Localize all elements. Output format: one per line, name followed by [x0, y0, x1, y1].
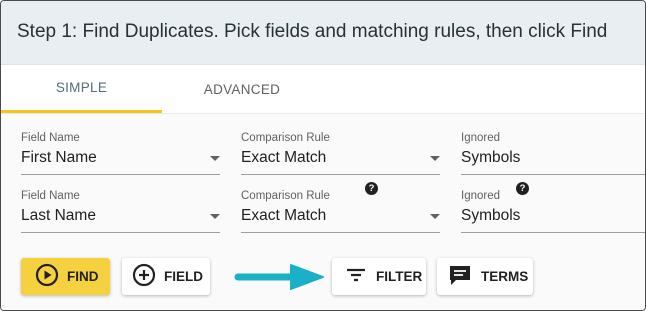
header-bar: Step 1: Find Duplicates. Pick fields and…: [1, 1, 645, 65]
comparison-rule-label: Comparison Rule: [241, 190, 330, 202]
comment-icon: [447, 263, 473, 290]
field-name-value: Last Name: [21, 207, 96, 224]
filter-button-label: FILTER: [376, 269, 423, 284]
field-name-label: Field Name: [21, 132, 80, 144]
field-underline: [241, 232, 440, 233]
help-icon[interactable]: ?: [365, 182, 378, 195]
add-field-button-label: FIELD: [164, 269, 203, 284]
field-name-label: Field Name: [21, 190, 80, 202]
find-button-label: FIND: [67, 269, 99, 284]
find-button[interactable]: FIND: [21, 258, 110, 295]
field-underline: [21, 174, 220, 175]
tab-advanced[interactable]: ADVANCED: [162, 65, 322, 113]
ignored-label: Ignored: [461, 190, 501, 202]
field-underline: [241, 174, 440, 175]
dropdown-arrow-icon: [430, 214, 440, 219]
page-title: Step 1: Find Duplicates. Pick fields and…: [17, 21, 608, 42]
tab-bar: SIMPLE ADVANCED: [1, 65, 645, 113]
help-icon[interactable]: ?: [516, 182, 529, 195]
ignored-label: Ignored: [461, 132, 501, 144]
comparison-rule-value: Exact Match: [241, 149, 327, 166]
terms-button[interactable]: TERMS: [437, 258, 533, 295]
field-name-value: First Name: [21, 149, 97, 166]
play-circle-icon: [35, 263, 59, 290]
find-duplicates-panel: Step 1: Find Duplicates. Pick fields and…: [0, 0, 646, 311]
comparison-rule-label: Comparison Rule: [241, 132, 330, 144]
terms-button-label: TERMS: [481, 269, 529, 284]
add-field-button[interactable]: FIELD: [122, 258, 210, 295]
field-underline: [461, 232, 645, 233]
comparison-rule-value: Exact Match: [241, 207, 327, 224]
dropdown-arrow-icon: [210, 156, 220, 161]
add-circle-icon: [132, 263, 156, 290]
filter-button[interactable]: FILTER: [332, 258, 426, 295]
arrow-right-icon: [233, 262, 327, 297]
dropdown-arrow-icon: [210, 214, 220, 219]
ignored-value: Symbols: [461, 149, 521, 166]
field-underline: [461, 174, 645, 175]
rules-form: Field Name First Name Comparison Rule Ex…: [1, 113, 645, 310]
tab-simple[interactable]: SIMPLE: [1, 65, 162, 113]
dropdown-arrow-icon: [430, 156, 440, 161]
ignored-value: Symbols: [461, 207, 521, 224]
filter-list-icon: [344, 263, 368, 290]
field-underline: [21, 232, 220, 233]
